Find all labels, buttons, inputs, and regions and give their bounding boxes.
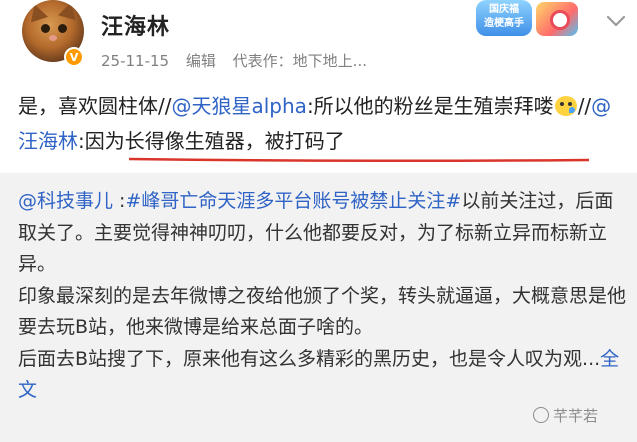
representative-work: 代表作：地下地上... xyxy=(232,52,367,70)
post-date: 25-11-15 xyxy=(101,52,170,70)
watermark-icon xyxy=(533,407,549,423)
edited-label[interactable]: 编辑 xyxy=(186,52,216,70)
mention-tianlangxing[interactable]: @天狼星alpha xyxy=(171,94,306,118)
post-meta: 25-11-15 编辑 代表作：地下地上... xyxy=(101,50,379,71)
body-text: // xyxy=(577,94,592,118)
body-text: :因为长得像生殖器，被打码了 xyxy=(78,129,345,153)
gift-icon xyxy=(536,2,578,36)
body-text: 后面去B站搜了下，原来他有这么多精彩的黑历史，也是令人叹为观... xyxy=(18,347,601,370)
body-text: : xyxy=(113,190,126,212)
promo-badge-text: 国庆福 造梗高手 xyxy=(476,0,532,36)
red-underline-annotation xyxy=(129,157,589,163)
promo-badge[interactable]: 国庆福 造梗高手 xyxy=(476,0,601,40)
verified-badge-icon: V xyxy=(64,47,84,67)
chevron-down-icon[interactable] xyxy=(603,8,629,34)
mention-kejishier[interactable]: @科技事儿 xyxy=(18,190,113,212)
body-text: 是，喜欢圆柱体// xyxy=(18,94,172,118)
watermark: 芊芊若 xyxy=(533,405,598,426)
duck-sweat-emoji-icon xyxy=(554,96,577,116)
repost-body: @科技事儿 :#峰哥亡命天涯多平台账号被禁止关注#以前关注过，后面取关了。主要觉… xyxy=(18,186,630,407)
hashtag-link[interactable]: #峰哥亡命天涯多平台账号被禁止关注# xyxy=(125,190,461,212)
body-text: :所以他的粉丝是生殖崇拜喽 xyxy=(306,94,554,118)
watermark-text: 芊芊若 xyxy=(553,407,599,425)
body-text: 印象最深刻的是去年微博之夜给他颁了个奖，转头就逼逼，大概意思是他要去玩B站，他来… xyxy=(18,284,627,339)
post-body: 是，喜欢圆柱体//@天狼星alpha:所以他的粉丝是生殖崇拜喽//@汪海林:因为… xyxy=(18,89,630,159)
username[interactable]: 汪海林 xyxy=(101,9,170,41)
post-card: V 汪海林 25-11-15 编辑 代表作：地下地上... 国庆福 造梗高手 是… xyxy=(0,0,637,173)
